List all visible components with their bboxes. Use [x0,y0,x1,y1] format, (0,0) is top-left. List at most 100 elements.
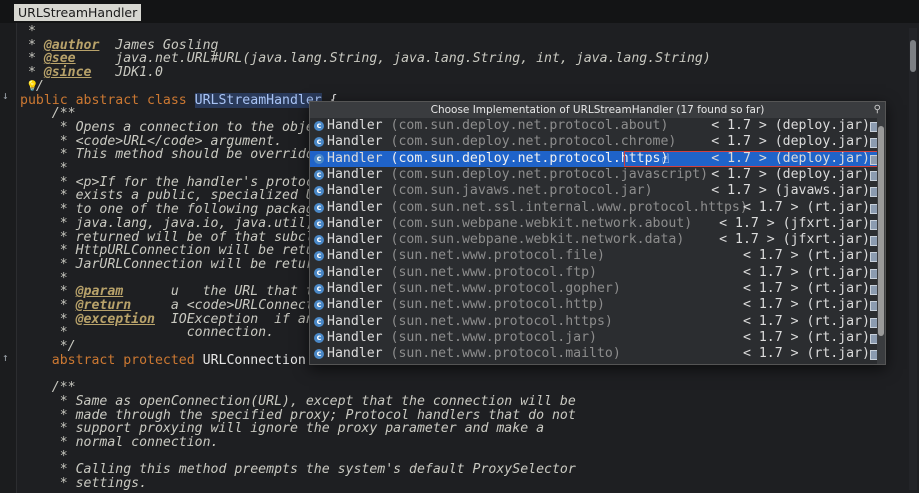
implementation-label: Handler (sun.net.www.protocol.https) [327,314,613,330]
package-name: (sun.net.www.protocol.file) [390,248,605,264]
implementation-list-item[interactable]: c Handler (sun.net.www.protocol.ftp) < 1.7… [310,265,884,281]
implementation-label: Handler (sun.net.www.protocol.jar) [327,330,597,346]
popup-scrollbar-thumb[interactable] [878,126,884,336]
class-icon: c [314,202,324,213]
jar-name: (rt.jar) [806,297,870,313]
implementation-list-item[interactable]: c Handler (sun.net.www.protocol.file) < 1.… [310,248,884,264]
implementation-label: Handler (sun.net.www.protocol.file) [327,248,605,264]
code-line: * settings. [20,476,147,492]
class-name: Handler [327,118,383,133]
package-name: (com.sun.deploy.net.protocol.about) [390,118,669,133]
library-info: < 1.7 > (rt.jar) [743,330,870,346]
choose-implementation-popup: Choose Implementation of URLStreamHandle… [309,101,886,365]
class-name: Handler [327,313,383,329]
class-name: Handler [327,329,383,345]
mouse-cursor-icon: ☝ [662,152,670,167]
fold-icon[interactable]: ↓ [2,89,9,102]
class-name: Handler [327,199,383,215]
class-name: Handler [327,281,383,296]
class-icon: c [314,153,324,164]
implementation-list-item[interactable]: c Handler (com.sun.deploy.net.protocol.ab… [310,118,884,134]
class-name: Handler [327,248,383,264]
jdk-version: < 1.7 > [742,248,799,264]
class-name: Handler [327,232,383,248]
jdk-version: < 1.7 > [742,297,799,313]
library-info: < 1.7 > (rt.jar) [743,346,870,362]
implementation-list-item[interactable]: c Handler (sun.net.www.protocol.gopher) < … [310,281,884,297]
javadoc-tag-text: JDK1.0 [91,65,163,81]
jar-name: (rt.jar) [806,329,870,345]
jar-name: (jfxrt.jar) [782,232,870,248]
implementation-list-item[interactable]: c Handler (com.sun.deploy.net.protocol.ch… [310,134,884,150]
jdk-version: < 1.7 > [742,264,799,280]
implementation-label: Handler (sun.net.www.protocol.gopher) [327,281,621,297]
package-name: (com.sun.net.ssl.internal.www.protocol.h… [390,199,748,215]
library-info: < 1.7 > (javaws.jar) [711,183,870,199]
editor-scrollbar[interactable] [909,28,917,490]
implementation-list-item[interactable]: c Handler (sun.net.www.protocol.http) < 1.… [310,297,884,313]
editor-scrollbar-thumb[interactable] [910,40,916,72]
class-name-highlight[interactable]: URLStreamHandler [194,92,322,108]
jar-name: (deploy.jar) [774,166,870,182]
class-icon: c [314,332,324,343]
pin-icon[interactable]: ⚲ [874,102,881,118]
implementation-list-item[interactable]: c Handler (com.sun.net.ssl.internal.www.p… [310,200,884,216]
jdk-version: < 1.7 > [742,281,799,296]
package-name: (com.sun.webpane.webkit.network.data) [390,232,685,248]
library-info: < 1.7 > (deploy.jar) [711,134,870,150]
class-name: Handler [327,150,383,166]
class-icon: c [314,300,324,311]
class-icon: c [314,218,324,229]
class-name: Handler [327,297,383,313]
implementation-list-item[interactable]: c Handler (com.sun.webpane.webkit.network… [310,216,884,232]
implementation-label: Handler (com.sun.deploy.net.protocol.chr… [327,134,676,150]
implementation-list-item[interactable]: c Handler (sun.net.www.protocol.jar) < 1.7… [310,330,884,346]
implementation-label: Handler (sun.net.www.protocol.mailto) [327,346,621,362]
class-name: Handler [327,183,383,199]
library-info: < 1.7 > (rt.jar) [743,265,870,281]
jar-name: (rt.jar) [806,248,870,264]
doc-comment-text: * settings. [20,476,148,492]
implementation-list-item[interactable]: c Handler (com.sun.deploy.net.protocol.ht… [310,150,884,167]
class-icon: c [314,267,324,278]
jar-name: (rt.jar) [806,264,870,280]
class-icon: c [314,349,324,360]
class-icon: c [314,121,324,131]
library-info: < 1.7 > (deploy.jar) [711,167,870,183]
jdk-version: < 1.7 > [719,232,775,248]
library-info: < 1.7 > (jfxrt.jar) [719,216,870,232]
editor-tab-bar: URLStreamHandler [0,0,919,23]
implementation-list-item[interactable]: c Handler (com.sun.javaws.net.protocol.ja… [310,183,884,199]
jdk-version: < 1.7 > [742,199,799,215]
method-signature: URLConnection o [202,352,322,368]
code-line: abstract protected URLConnection o [20,353,322,369]
jdk-version: < 1.7 > [711,118,767,133]
class-icon: c [314,169,324,180]
package-name: (sun.net.www.protocol.http) [390,297,605,313]
package-name: (com.sun.javaws.net.protocol.jar) [390,183,653,199]
package-name: (sun.net.www.protocol.jar) [390,329,597,345]
package-name: (com.sun.webpane.webkit.network.about) [390,215,693,231]
jar-name: (rt.jar) [806,346,870,362]
package-name: (com.sun.deploy.net.protocol.javascript) [390,166,709,182]
fold-icon[interactable]: ↑ [2,351,9,364]
class-icon: c [314,284,324,294]
implementation-list-item[interactable]: c Handler (sun.net.www.protocol.https) < 1… [310,314,884,330]
class-icon: c [314,251,324,262]
keyword: abstract protected [20,352,203,368]
package-name: (sun.net.www.protocol.mailto) [390,346,621,362]
class-icon: c [314,316,324,327]
editor-tab[interactable]: URLStreamHandler [14,4,142,21]
class-name: Handler [327,264,383,280]
jar-name: (rt.jar) [806,199,870,215]
jdk-version: < 1.7 > [711,183,767,199]
implementation-list-item[interactable]: c Handler (com.sun.deploy.net.protocol.ja… [310,167,884,183]
jar-name: (jfxrt.jar) [782,215,870,231]
library-info: < 1.7 > (rt.jar) [743,281,870,297]
implementation-list-item[interactable]: c Handler (com.sun.webpane.webkit.network… [310,232,884,248]
implementation-list-item[interactable]: c Handler (sun.net.www.protocol.mailto) < … [310,346,884,362]
jdk-version: < 1.7 > [711,166,767,182]
jdk-version: < 1.7 > [742,313,799,329]
popup-title: Choose Implementation of URLStreamHandle… [310,102,885,118]
implementation-label: Handler (sun.net.www.protocol.ftp) [327,265,597,281]
